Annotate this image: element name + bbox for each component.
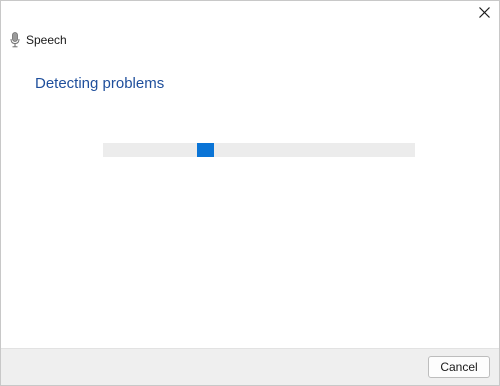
title-bar: Speech: [9, 31, 67, 49]
progress-bar: [103, 143, 415, 157]
progress-indicator: [197, 143, 214, 157]
status-heading: Detecting problems: [35, 75, 165, 92]
window-title: Speech: [26, 33, 67, 47]
cancel-button[interactable]: Cancel: [428, 356, 490, 378]
button-footer: Cancel: [1, 348, 499, 385]
microphone-icon: [9, 31, 21, 49]
close-icon: [478, 5, 490, 23]
troubleshooter-window: Speech Detecting problems Cancel: [0, 0, 500, 386]
close-button[interactable]: [469, 1, 499, 27]
